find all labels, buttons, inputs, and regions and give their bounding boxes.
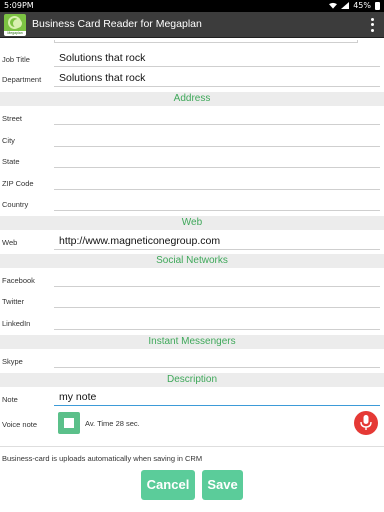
state-label: State — [2, 157, 20, 166]
record-mic-button[interactable] — [354, 411, 378, 435]
linkedin-label: LinkedIn — [2, 319, 31, 328]
facebook-label: Facebook — [2, 276, 35, 285]
job-title-input[interactable] — [54, 49, 380, 67]
linkedin-input[interactable] — [54, 312, 380, 330]
app-logo-disc-inner — [13, 19, 22, 28]
web-label: Web — [2, 238, 18, 247]
save-button[interactable]: Save — [202, 470, 243, 500]
state-input[interactable] — [54, 150, 380, 168]
cancel-button[interactable]: Cancel — [141, 470, 195, 500]
stop-icon — [64, 418, 74, 428]
section-instant-messengers: Instant Messengers — [0, 335, 384, 349]
department-label: Department — [2, 75, 42, 84]
voice-note-time: Av. Time 28 sec. — [85, 419, 140, 428]
web-input[interactable] — [54, 232, 380, 250]
microphone-icon — [360, 415, 372, 430]
twitter-label: Twitter — [2, 297, 25, 306]
voice-stop-button[interactable] — [58, 412, 80, 434]
country-input[interactable] — [54, 193, 380, 211]
section-web: Web — [0, 216, 384, 230]
previous-field-underline — [54, 40, 358, 43]
twitter-input[interactable] — [54, 290, 380, 308]
battery-percent: 45% — [353, 1, 371, 10]
voice-note-label: Voice note — [2, 420, 38, 429]
note-input[interactable] — [54, 388, 380, 406]
country-label: Country — [2, 200, 29, 209]
job-title-label: Job Title — [2, 55, 30, 64]
app-logo-text: Megaplan — [4, 31, 26, 36]
skype-label: Skype — [2, 357, 23, 366]
status-time: 5:09PM — [4, 1, 34, 10]
status-bar: 5:09PM 45% — [0, 0, 384, 12]
action-bar: Megaplan Business Card Reader for Megapl… — [0, 12, 384, 38]
signal-icon — [341, 2, 350, 9]
zip-code-label: ZIP Code — [2, 179, 34, 188]
city-label: City — [2, 136, 15, 145]
status-icons: 45% — [329, 1, 380, 10]
overflow-menu-icon[interactable] — [368, 17, 376, 33]
section-social-networks: Social Networks — [0, 254, 384, 268]
city-input[interactable] — [54, 129, 380, 147]
upload-info-text: Business-card is uploads automatically w… — [2, 454, 203, 463]
app-logo-icon[interactable]: Megaplan — [4, 14, 26, 36]
app-title: Business Card Reader for Megaplan — [32, 18, 202, 30]
skype-input[interactable] — [54, 350, 380, 368]
street-input[interactable] — [54, 107, 380, 125]
divider — [0, 446, 384, 447]
street-label: Street — [2, 114, 23, 123]
department-input[interactable] — [54, 69, 380, 87]
facebook-input[interactable] — [54, 269, 380, 287]
section-description: Description — [0, 373, 384, 387]
section-address: Address — [0, 92, 384, 106]
note-label: Note — [2, 395, 18, 404]
zip-code-input[interactable] — [54, 172, 380, 190]
battery-icon — [375, 1, 380, 10]
wifi-icon — [329, 2, 338, 9]
